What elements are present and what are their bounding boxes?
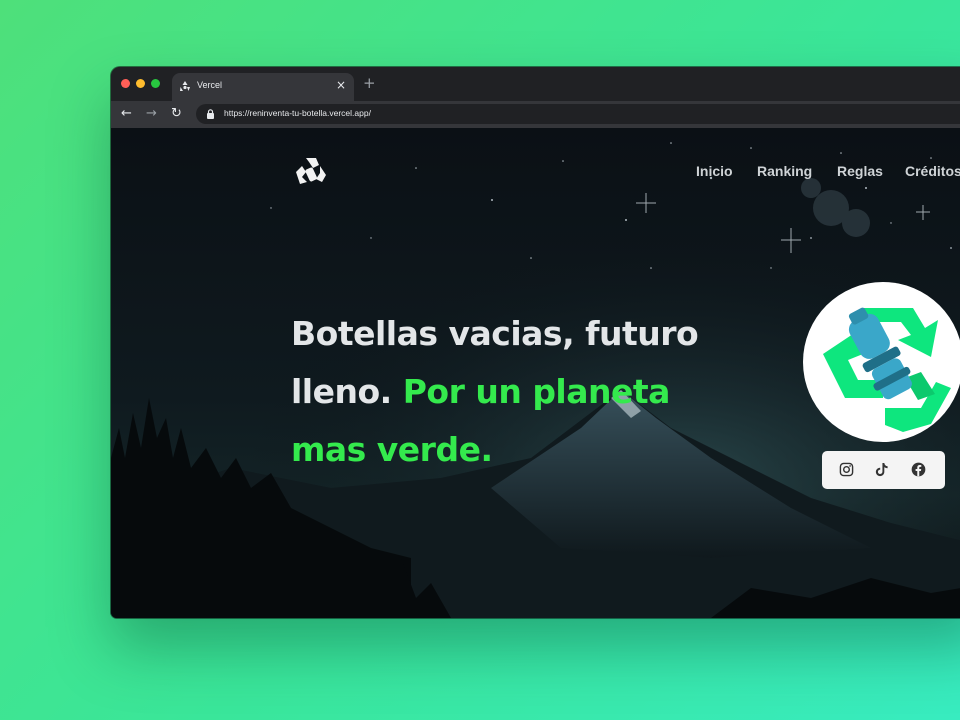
hero-line-1: Botellas vacias, futuro xyxy=(291,314,699,353)
recycle-bottle-illustration xyxy=(823,307,951,432)
site-logo-recycle-icon[interactable] xyxy=(293,153,329,189)
browser-window: Vercel × + ← → ↻ https://reninventa-tu-b… xyxy=(111,67,960,618)
browser-tab[interactable]: Vercel × xyxy=(172,73,354,101)
close-window-button[interactable] xyxy=(121,79,130,88)
recycle-bottle-badge xyxy=(803,282,960,442)
forward-button[interactable]: → xyxy=(146,105,157,123)
social-links-bar xyxy=(822,451,945,489)
new-tab-button[interactable]: + xyxy=(363,74,376,92)
address-bar[interactable]: https://reninventa-tu-botella.vercel.app… xyxy=(196,104,960,124)
tab-title: Vercel xyxy=(197,80,223,90)
reload-button[interactable]: ↻ xyxy=(171,105,182,123)
nav-reglas-link[interactable]: Reglas xyxy=(837,163,883,179)
browser-toolbar: ← → ↻ https://reninventa-tu-botella.verc… xyxy=(111,101,960,128)
hero-line-3: mas verde. xyxy=(291,430,493,469)
url-text: https://reninventa-tu-botella.vercel.app… xyxy=(224,108,371,118)
nav-ranking-link[interactable]: Ranking xyxy=(757,163,812,179)
minimize-window-button[interactable] xyxy=(136,79,145,88)
hero-heading: Botellas vacias, futuro lleno. Por un pl… xyxy=(291,305,721,479)
lock-icon xyxy=(207,109,214,119)
hero-line-2-accent: Por un planeta xyxy=(402,372,671,411)
facebook-icon[interactable] xyxy=(911,462,926,477)
maximize-window-button[interactable] xyxy=(151,79,160,88)
nav-inicio-link[interactable]: Inicio xyxy=(696,163,733,179)
tab-strip: Vercel × + xyxy=(111,67,960,101)
recycle-favicon-icon xyxy=(180,81,190,91)
instagram-icon[interactable] xyxy=(839,462,854,477)
tab-close-icon[interactable]: × xyxy=(336,78,346,92)
nav-creditos-link[interactable]: Créditos xyxy=(905,163,960,179)
page-viewport: Inicio Ranking Reglas Créditos Botellas … xyxy=(111,128,960,618)
hero-line-2: lleno. Por un planeta xyxy=(291,363,721,421)
back-button[interactable]: ← xyxy=(121,105,132,123)
hero-line-2-white: lleno. xyxy=(291,372,392,411)
tiktok-icon[interactable] xyxy=(874,462,889,477)
